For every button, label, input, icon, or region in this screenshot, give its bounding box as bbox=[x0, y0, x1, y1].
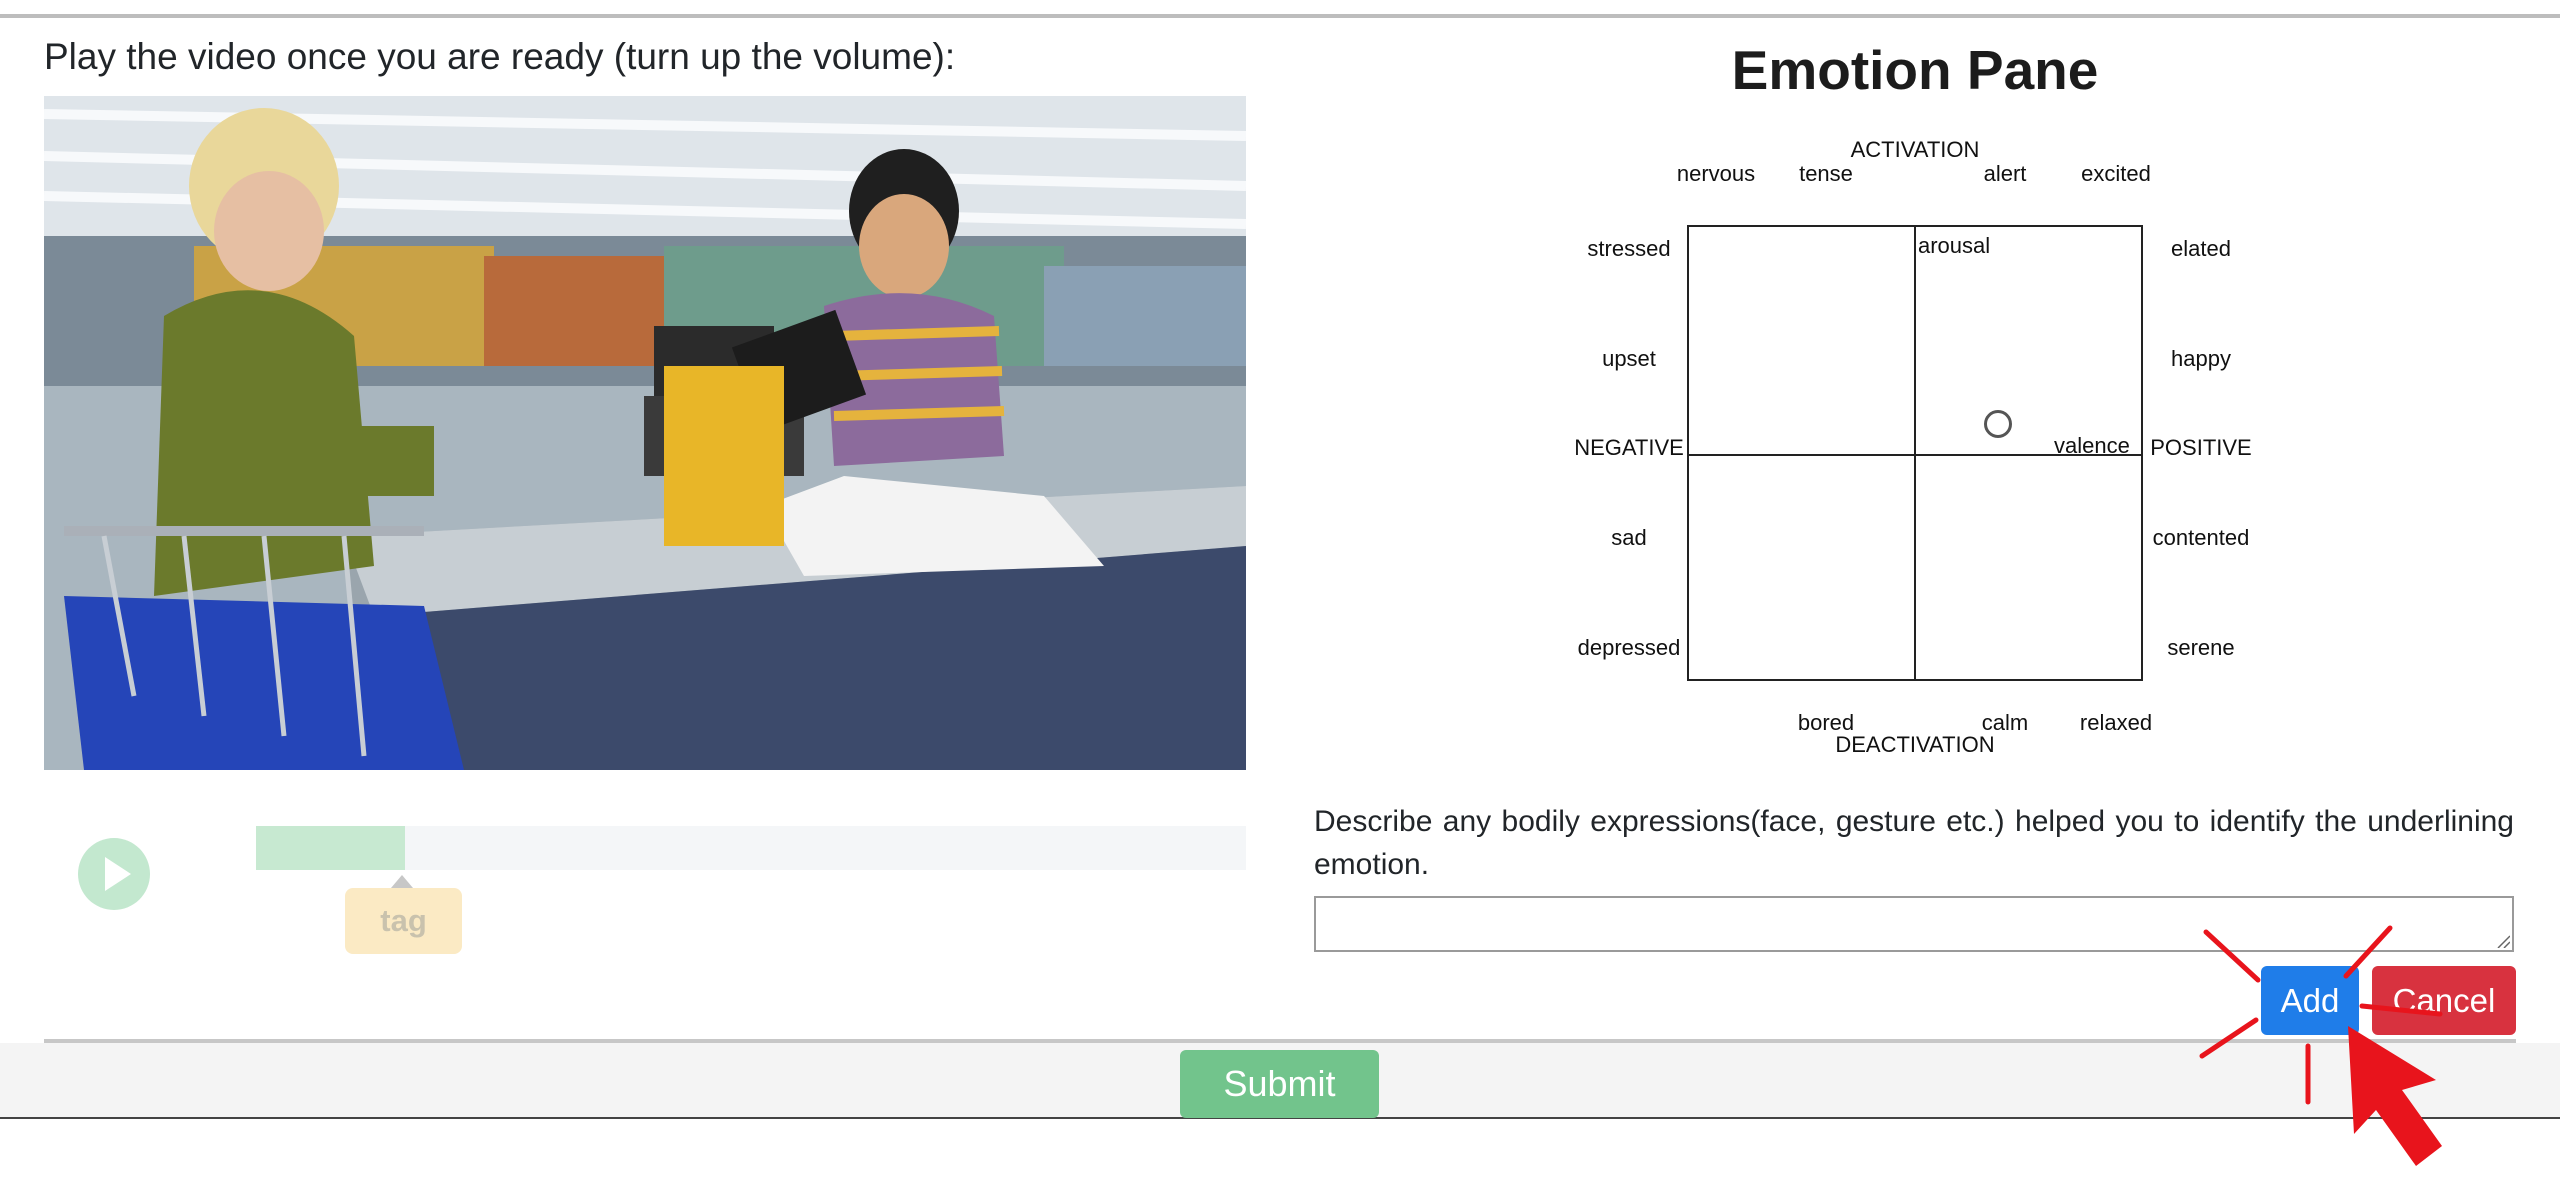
emotion-word-depressed: depressed bbox=[1577, 635, 1681, 660]
play-button[interactable] bbox=[78, 838, 150, 910]
emotion-word-elated: elated bbox=[2171, 236, 2231, 261]
tag-button[interactable]: tag bbox=[345, 888, 462, 954]
emotion-word-excited: excited bbox=[2081, 161, 2151, 186]
axis-arousal-label: arousal bbox=[1918, 233, 1991, 258]
axis-negative-label: NEGATIVE bbox=[1574, 435, 1684, 460]
cancel-button[interactable]: Cancel bbox=[2372, 966, 2516, 1035]
resize-grip-icon[interactable] bbox=[2496, 934, 2510, 948]
description-input[interactable] bbox=[1314, 896, 2514, 952]
emotion-grid-vertical-axis bbox=[1914, 225, 1916, 681]
timeline-progress bbox=[256, 826, 405, 870]
emotion-pane-title: Emotion Pane bbox=[1731, 39, 2099, 101]
emotion-word-sad: sad bbox=[1611, 525, 1647, 550]
axis-valence-label: valence bbox=[2054, 433, 2130, 458]
emotion-word-nervous: nervous bbox=[1676, 161, 1756, 186]
emotion-word-upset: upset bbox=[1602, 346, 1656, 371]
play-icon bbox=[105, 857, 131, 891]
video-instruction: Play the video once you are ready (turn … bbox=[44, 36, 956, 77]
emotion-word-tense: tense bbox=[1799, 161, 1853, 186]
emotion-word-contented: contented bbox=[2152, 525, 2250, 550]
axis-deactivation-label: DEACTIVATION bbox=[1835, 732, 1995, 757]
emotion-word-relaxed: relaxed bbox=[2079, 710, 2153, 735]
emotion-word-stressed: stressed bbox=[1587, 236, 1671, 261]
add-button[interactable]: Add bbox=[2261, 966, 2359, 1035]
axis-positive-label: POSITIVE bbox=[2150, 435, 2252, 460]
video-player[interactable] bbox=[44, 96, 1246, 770]
emotion-word-serene: serene bbox=[2167, 635, 2235, 660]
tag-pointer-icon bbox=[391, 875, 413, 888]
emotion-word-happy: happy bbox=[2171, 346, 2231, 371]
description-prompt: Describe any bodily expressions(face, ge… bbox=[1314, 805, 2514, 881]
emotion-marker[interactable] bbox=[1984, 410, 2012, 438]
axis-activation-label: ACTIVATION bbox=[1850, 137, 1980, 162]
top-divider bbox=[0, 14, 2560, 18]
video-frame-image bbox=[44, 96, 1246, 770]
emotion-word-alert: alert bbox=[1983, 161, 2027, 186]
submit-button[interactable]: Submit bbox=[1180, 1050, 1379, 1118]
